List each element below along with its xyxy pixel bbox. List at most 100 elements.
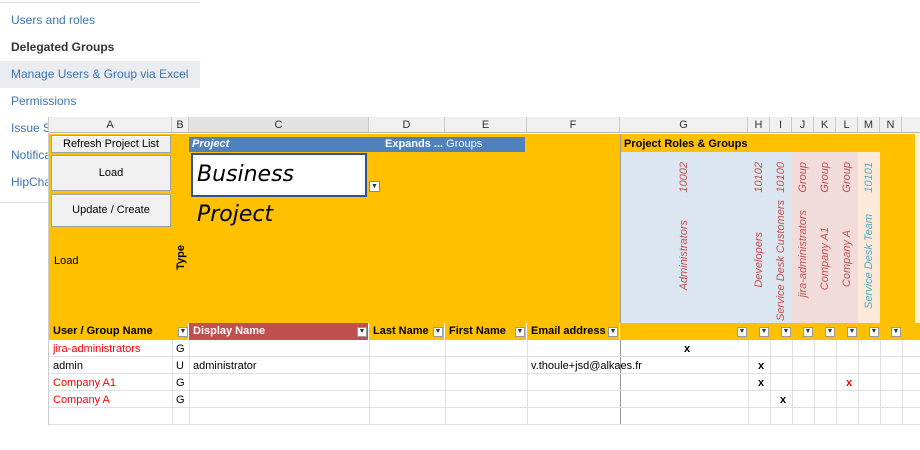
nav-permissions[interactable]: Permissions bbox=[0, 88, 200, 115]
filter-dropdown-icon[interactable]: ▼ bbox=[433, 327, 443, 337]
column-header-b[interactable]: B bbox=[172, 117, 189, 133]
group-name-company-a1: Company A1 bbox=[819, 227, 831, 291]
column-header-f[interactable]: F bbox=[527, 117, 620, 133]
column-header-d[interactable]: D bbox=[369, 117, 445, 133]
table-row[interactable]: admin U administrator v.thoule+jsd@alkae… bbox=[49, 358, 920, 374]
column-header-l[interactable]: L bbox=[836, 117, 858, 133]
nav-users-and-roles[interactable]: Users and roles bbox=[0, 7, 200, 34]
type-cell[interactable]: G bbox=[172, 392, 189, 408]
role-mark-cell[interactable]: x bbox=[754, 375, 768, 391]
filter-dropdown-icon[interactable]: ▼ bbox=[357, 327, 367, 337]
user-group-name-cell[interactable]: Company A1 bbox=[49, 375, 172, 391]
chevron-down-icon[interactable]: ▼ bbox=[369, 181, 380, 192]
filter-dropdown-icon[interactable]: ▼ bbox=[781, 327, 791, 337]
filter-dropdown-icon[interactable]: ▼ bbox=[759, 327, 769, 337]
nav-manage-users-excel[interactable]: Manage Users & Group via Excel bbox=[0, 61, 200, 88]
update-create-button[interactable]: Update / Create bbox=[51, 194, 171, 227]
table-row[interactable]: Company A G x bbox=[49, 392, 920, 408]
column-header-e[interactable]: E bbox=[445, 117, 527, 133]
role-mark-cell[interactable] bbox=[754, 341, 768, 357]
table-row[interactable]: jira-administrators G x bbox=[49, 341, 920, 357]
project-selector[interactable]: Business Project bbox=[191, 153, 367, 227]
role-mark-cell[interactable] bbox=[680, 358, 694, 374]
table-row[interactable]: Company A1 G x x bbox=[49, 375, 920, 391]
column-header-i[interactable]: I bbox=[770, 117, 792, 133]
column-header-k[interactable]: K bbox=[814, 117, 836, 133]
role-mark-cell[interactable] bbox=[864, 392, 878, 408]
type-cell[interactable]: G bbox=[172, 375, 189, 391]
role-id-service-desk-customers: 10100 bbox=[775, 162, 787, 193]
column-header-m[interactable]: M bbox=[858, 117, 880, 133]
role-mark-cell[interactable] bbox=[776, 375, 790, 391]
role-mark-cell[interactable] bbox=[680, 375, 694, 391]
table-row-empty[interactable] bbox=[49, 409, 920, 425]
expands-label: Expands ... bbox=[385, 138, 444, 150]
role-mark-cell[interactable] bbox=[864, 375, 878, 391]
group-mark-cell[interactable] bbox=[842, 358, 856, 374]
groups-label: Groups bbox=[446, 138, 483, 150]
group-mark-cell[interactable] bbox=[798, 375, 812, 391]
group-mark-cell[interactable] bbox=[820, 341, 834, 357]
column-header-c[interactable]: C bbox=[189, 117, 369, 133]
filter-dropdown-icon[interactable]: ▼ bbox=[178, 327, 188, 337]
email-cell[interactable] bbox=[527, 375, 687, 391]
nav-delegated-groups[interactable]: Delegated Groups bbox=[0, 34, 200, 61]
column-header-g[interactable]: G bbox=[620, 117, 748, 133]
role-mark-cell[interactable] bbox=[754, 392, 768, 408]
user-group-name-cell[interactable]: jira-administrators bbox=[49, 341, 172, 357]
filter-dropdown-icon[interactable]: ▼ bbox=[608, 327, 618, 337]
email-cell[interactable] bbox=[527, 392, 687, 408]
type-cell[interactable]: G bbox=[172, 341, 189, 357]
group-mark-cell[interactable] bbox=[820, 358, 834, 374]
filter-dropdown-icon[interactable]: ▼ bbox=[847, 327, 857, 337]
group-mark-cell[interactable] bbox=[798, 341, 812, 357]
group-mark-cell[interactable] bbox=[798, 358, 812, 374]
group-mark-cell[interactable] bbox=[842, 392, 856, 408]
column-header-j[interactable]: J bbox=[792, 117, 814, 133]
load-button[interactable]: Load bbox=[51, 155, 171, 191]
column-header-h[interactable]: H bbox=[748, 117, 770, 133]
user-group-name-cell[interactable]: admin bbox=[49, 358, 172, 374]
role-name-service-desk-team: Service Desk Team bbox=[863, 214, 875, 309]
sidebar-divider bbox=[0, 2, 200, 3]
group-mark-cell[interactable] bbox=[798, 392, 812, 408]
type-label: Type bbox=[175, 245, 187, 270]
display-name-cell[interactable] bbox=[189, 375, 369, 391]
role-mark-cell[interactable]: x bbox=[754, 358, 768, 374]
role-mark-cell[interactable] bbox=[776, 358, 790, 374]
display-name-cell[interactable] bbox=[189, 341, 369, 357]
group-mark-cell[interactable]: x bbox=[842, 375, 856, 391]
role-mark-cell[interactable]: x bbox=[776, 392, 790, 408]
filter-dropdown-icon[interactable]: ▼ bbox=[825, 327, 835, 337]
role-name-administrators: Administrators bbox=[678, 220, 690, 291]
right-edge bbox=[915, 134, 920, 323]
project-roles-groups-label: Project Roles & Groups bbox=[624, 138, 748, 150]
filter-dropdown-icon[interactable]: ▼ bbox=[803, 327, 813, 337]
filter-dropdown-icon[interactable]: ▼ bbox=[737, 327, 747, 337]
refresh-project-list-button[interactable]: Refresh Project List bbox=[51, 135, 171, 153]
display-name-cell[interactable] bbox=[189, 392, 369, 408]
role-mark-cell[interactable] bbox=[680, 392, 694, 408]
filter-dropdown-icon[interactable]: ▼ bbox=[515, 327, 525, 337]
filter-dropdown-icon[interactable]: ▼ bbox=[869, 327, 879, 337]
type-cell[interactable]: U bbox=[172, 358, 189, 374]
group-mark-cell[interactable] bbox=[842, 341, 856, 357]
header-email-address: Email address bbox=[527, 323, 620, 340]
filter-dropdown-icon[interactable]: ▼ bbox=[891, 327, 901, 337]
column-header-n[interactable]: N bbox=[880, 117, 902, 133]
group-id-company-a1: Group bbox=[819, 162, 831, 193]
load-text: Load bbox=[54, 255, 79, 267]
role-mark-cell[interactable] bbox=[864, 358, 878, 374]
project-label: Project bbox=[189, 137, 369, 152]
role-mark-cell[interactable]: x bbox=[680, 341, 694, 357]
email-cell[interactable] bbox=[527, 341, 687, 357]
group-mark-cell[interactable] bbox=[820, 375, 834, 391]
column-header-a[interactable]: A bbox=[49, 117, 172, 133]
group-mark-cell[interactable] bbox=[820, 392, 834, 408]
column-header-extra bbox=[902, 117, 920, 133]
role-mark-cell[interactable] bbox=[776, 341, 790, 357]
email-cell[interactable]: v.thoule+jsd@alkaes.fr bbox=[527, 358, 687, 374]
role-mark-cell[interactable] bbox=[864, 341, 878, 357]
user-group-name-cell[interactable]: Company A bbox=[49, 392, 172, 408]
display-name-cell[interactable]: administrator bbox=[189, 358, 369, 374]
